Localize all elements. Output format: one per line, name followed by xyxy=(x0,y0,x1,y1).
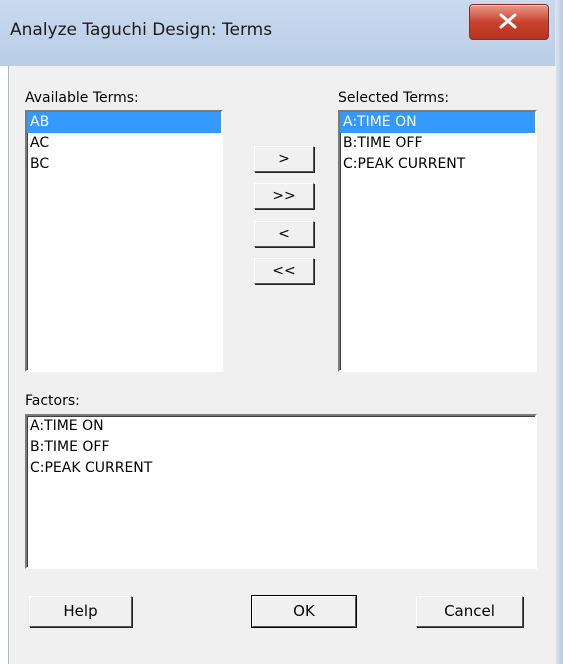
remove-term-button[interactable]: < xyxy=(254,221,314,247)
list-item[interactable]: A:TIME ON xyxy=(340,112,535,133)
title-bar[interactable]: Analyze Taguchi Design: Terms xyxy=(0,0,555,66)
list-item[interactable]: AC xyxy=(27,133,221,154)
selected-terms-label: Selected Terms: xyxy=(338,90,450,106)
selected-terms-list[interactable]: A:TIME ON B:TIME OFF C:PEAK CURRENT xyxy=(338,110,537,372)
close-button[interactable] xyxy=(469,4,549,40)
list-item[interactable]: B:TIME OFF xyxy=(340,133,535,154)
available-terms-label: Available Terms: xyxy=(25,90,139,106)
factors-list[interactable]: A:TIME ON B:TIME OFF C:PEAK CURRENT xyxy=(25,414,537,569)
window-title: Analyze Taguchi Design: Terms xyxy=(10,20,273,40)
window-edge xyxy=(555,0,563,664)
list-item[interactable]: BC xyxy=(27,154,221,175)
list-item[interactable]: B:TIME OFF xyxy=(27,437,535,458)
add-all-terms-button[interactable]: >> xyxy=(254,183,314,209)
remove-all-terms-button[interactable]: << xyxy=(254,258,314,284)
list-item[interactable]: C:PEAK CURRENT xyxy=(27,458,535,479)
close-x-icon xyxy=(499,13,517,29)
available-terms-list[interactable]: AB AC BC xyxy=(25,110,223,372)
factors-label: Factors: xyxy=(25,393,80,409)
ok-button[interactable]: OK xyxy=(251,595,357,628)
list-item[interactable]: C:PEAK CURRENT xyxy=(340,154,535,175)
help-button[interactable]: Help xyxy=(29,596,132,627)
add-term-button[interactable]: > xyxy=(254,146,314,172)
dialog-client: Available Terms: AB AC BC Selected Terms: … xyxy=(8,66,556,664)
list-item[interactable]: A:TIME ON xyxy=(27,416,535,437)
list-item[interactable]: AB xyxy=(27,112,221,133)
cancel-button[interactable]: Cancel xyxy=(416,596,523,627)
